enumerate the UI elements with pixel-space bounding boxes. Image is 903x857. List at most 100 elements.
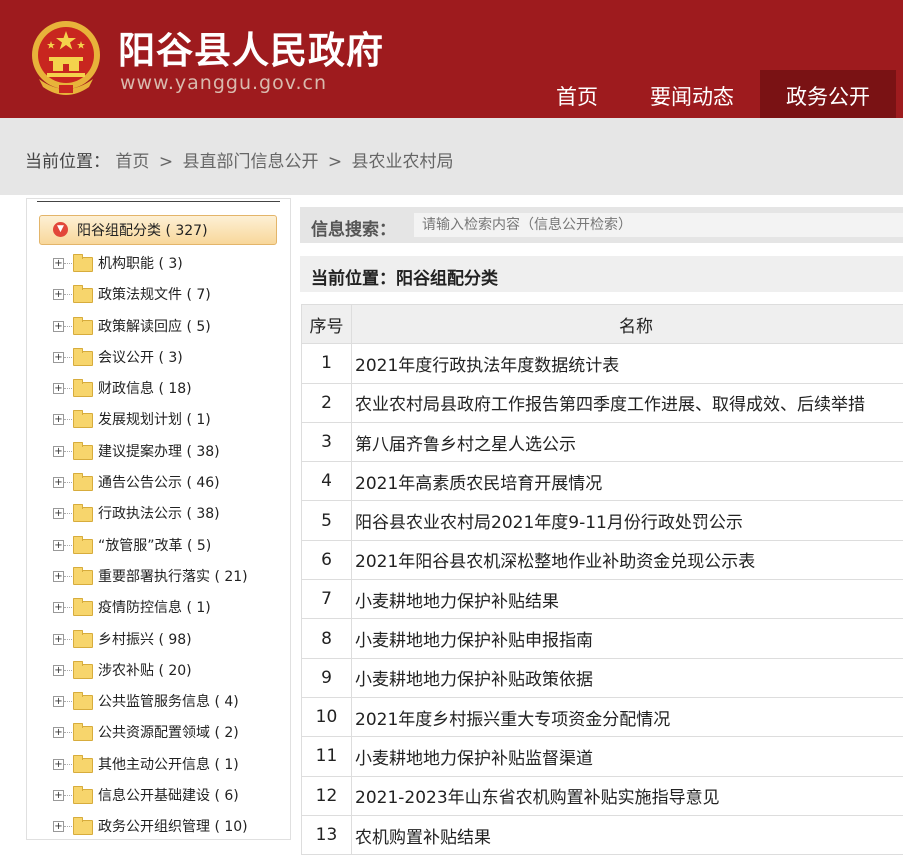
breadcrumb-link-dept-info[interactable]: 县直部门信息公开 [182,152,318,172]
sidebar-tree-item[interactable]: + 信息公开基础建设 ( 6) [49,783,289,814]
document-link[interactable]: 小麦耕地地力保护补贴结果 [351,579,903,620]
row-index: 13 [301,814,352,856]
document-link[interactable]: 小麦耕地地力保护补贴申报指南 [351,618,903,659]
folder-icon [73,473,93,492]
expand-plus-icon[interactable]: + [53,570,64,582]
expand-plus-icon[interactable]: + [53,477,64,489]
nav-gov-affairs[interactable]: 政务公开 [760,70,896,118]
expand-plus-icon[interactable]: + [53,351,64,363]
sidebar-tree-item[interactable]: + 行政执法公示 ( 38) [49,501,289,532]
document-link[interactable]: 小麦耕地地力保护补贴政策依据 [351,657,903,698]
table-row: 3 第八届齐鲁乡村之星人选公示 [301,421,903,463]
sidebar-tree-item[interactable]: + 重要部署执行落实 ( 21) [49,564,289,595]
sidebar-tree-item[interactable]: + 疫情防控信息 ( 1) [49,595,289,626]
expand-plus-icon[interactable]: + [53,539,64,551]
sidebar-tree-item[interactable]: + 其他主动公开信息 ( 1) [49,752,289,783]
folder-icon [73,441,93,460]
nav-home[interactable]: 首页 [530,70,624,118]
search-input[interactable] [414,213,903,237]
row-index: 3 [301,421,352,463]
breadcrumb-link-home[interactable]: 首页 [115,152,149,172]
site-url: www.yanggu.gov.cn [120,72,328,94]
table-row: 9 小麦耕地地力保护补贴政策依据 [301,657,903,698]
folder-icon [73,723,93,742]
expand-plus-icon[interactable]: + [53,445,64,457]
sidebar-tree-item[interactable]: + 政策法规文件 ( 7) [49,282,289,313]
document-link[interactable]: 阳谷县农业农村局2021年度9-11月份行政处罚公示 [351,500,903,541]
sidebar-tree-item[interactable]: + 公共监管服务信息 ( 4) [49,689,289,720]
breadcrumb: 当前位置： 首页 > 县直部门信息公开 > 县农业农村局 [25,147,454,172]
sidebar-tree-item[interactable]: + 通告公告公示 ( 46) [49,470,289,501]
sidebar-tree-item[interactable]: + 财政信息 ( 18) [49,376,289,407]
sidebar-tree-item[interactable]: + 机构职能 ( 3) [49,251,289,282]
row-index: 1 [301,343,352,384]
expand-plus-icon[interactable]: + [53,790,64,802]
sidebar-tree-item[interactable]: + 政策解读回应 ( 5) [49,314,289,345]
sidebar-tree-item[interactable]: + 建议提案办理 ( 38) [49,439,289,470]
row-index: 10 [301,696,352,738]
expand-plus-icon[interactable]: + [53,821,64,833]
folder-icon [73,379,93,398]
expand-plus-icon[interactable]: + [53,633,64,645]
tree-connector [64,482,72,484]
nav-news[interactable]: 要闻动态 [624,70,760,118]
tree-item-label: 政务公开组织管理 ( 10) [98,819,248,836]
expand-plus-icon[interactable]: + [53,727,64,739]
expand-plus-icon[interactable]: + [53,664,64,676]
breadcrumb-link-agriculture-bureau[interactable]: 县农业农村局 [352,152,454,172]
document-link[interactable]: 2021年阳谷县农机深松整地作业补助资金兑现公示表 [351,539,903,581]
document-link[interactable]: 第八届齐鲁乡村之星人选公示 [351,421,903,463]
document-link[interactable]: 小麦耕地地力保护补贴监督渠道 [351,736,903,777]
collapse-arrow-icon[interactable]: ▼ [53,222,68,237]
expand-plus-icon[interactable]: + [53,383,64,395]
folder-icon [73,316,93,335]
document-list-table: 序号 名称 1 2021年度行政执法年度数据统计表 2 农业农村局县政府工作报告第四季… [301,303,903,856]
tree-item-label: 会议公开 ( 3) [98,349,183,366]
document-link[interactable]: 农业农村局县政府工作报告第四季度工作进展、取得成效、后续举措 [351,382,903,423]
sidebar-tree-item[interactable]: + 会议公开 ( 3) [49,345,289,376]
sidebar-tree-item[interactable]: + 乡村振兴 ( 98) [49,627,289,658]
folder-icon [73,629,93,648]
expand-plus-icon[interactable]: + [53,320,64,332]
sidebar-tree-item[interactable]: + 涉农补贴 ( 20) [49,658,289,689]
row-index: 7 [301,579,352,620]
sidebar-tree-item[interactable]: + “放管服”改革 ( 5) [49,533,289,564]
tree-root-node[interactable]: ▼ 阳谷组配分类 ( 327) [39,215,277,245]
expand-plus-icon[interactable]: + [53,289,64,301]
tree-item-label: 重要部署执行落实 ( 21) [98,568,248,585]
sidebar-tree-item[interactable]: + 发展规划计划 ( 1) [49,407,289,438]
folder-icon [73,535,93,554]
sidebar-tree-item[interactable]: + 公共资源配置领域 ( 2) [49,720,289,751]
document-link[interactable]: 2021-2023年山东省农机购置补贴实施指导意见 [351,775,903,816]
tree-item-label: 建议提案办理 ( 38) [98,443,220,460]
expand-plus-icon[interactable]: + [53,414,64,426]
expand-plus-icon[interactable]: + [53,758,64,770]
document-link[interactable]: 2021年高素质农民培育开展情况 [351,461,903,502]
divider [37,201,280,202]
expand-plus-icon[interactable]: + [53,602,64,614]
tree-connector [64,325,72,327]
tree-connector [64,732,72,734]
tree-item-label: 其他主动公开信息 ( 1) [98,756,239,773]
tree-root-label: 阳谷组配分类 ( 327) [77,223,208,239]
table-row: 8 小麦耕地地力保护补贴申报指南 [301,618,903,659]
table-row: 4 2021年高素质农民培育开展情况 [301,461,903,502]
tree-connector [64,388,72,390]
folder-icon [73,285,93,304]
folder-icon [73,254,93,272]
expand-plus-icon[interactable]: + [53,508,64,520]
folder-icon [73,817,93,836]
site-header: 阳谷县人民政府 www.yanggu.gov.cn 首页 要闻动态 政务公开 [0,0,903,118]
sidebar-tree-item[interactable]: + 政务公开组织管理 ( 10) [49,814,289,845]
expand-plus-icon[interactable]: + [53,258,64,269]
folder-icon [73,347,93,366]
document-link[interactable]: 2021年度乡村振兴重大专项资金分配情况 [351,696,903,738]
tree-item-label: 发展规划计划 ( 1) [98,412,211,429]
current-category-title: 当前位置：阳谷组配分类 [311,269,498,289]
tree-connector [64,826,72,828]
breadcrumb-separator: > [158,152,174,172]
breadcrumb-bar: 当前位置： 首页 > 县直部门信息公开 > 县农业农村局 [0,118,903,195]
document-link[interactable]: 2021年度行政执法年度数据统计表 [351,343,903,384]
expand-plus-icon[interactable]: + [53,696,64,708]
document-link[interactable]: 农机购置补贴结果 [351,814,903,856]
